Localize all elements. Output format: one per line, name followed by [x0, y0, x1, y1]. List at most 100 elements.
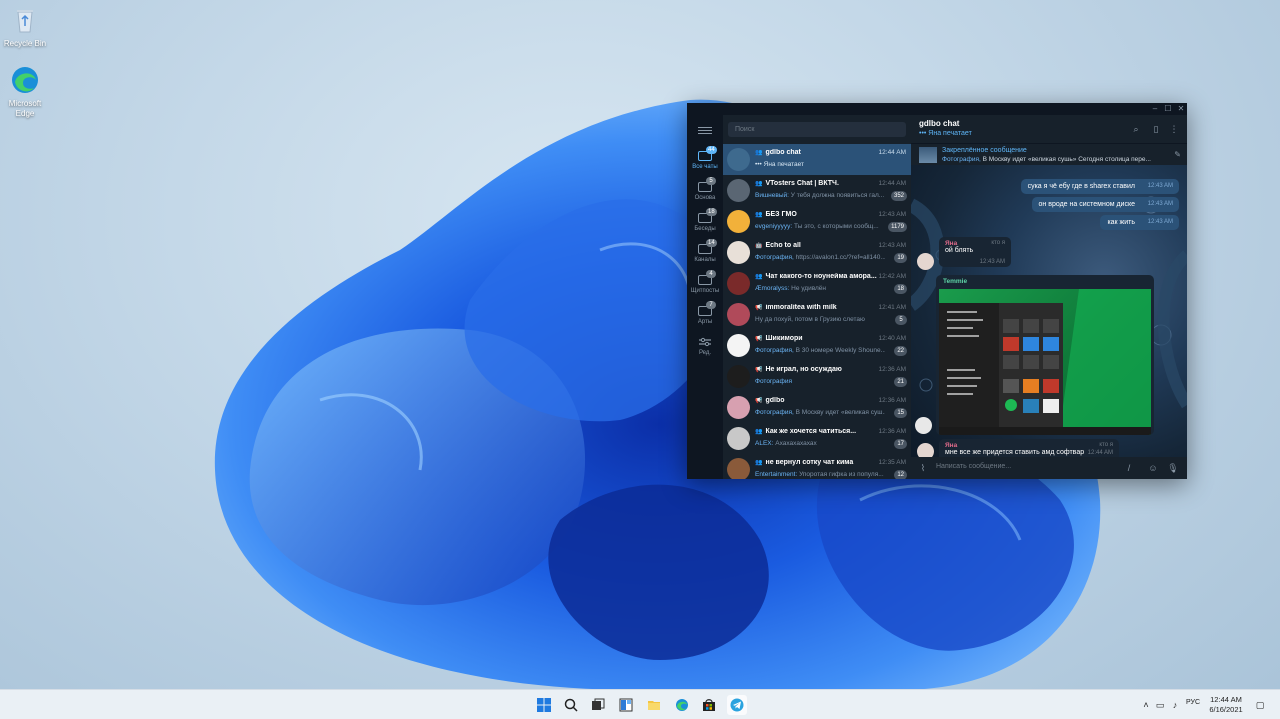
network-icon[interactable]: ▭ — [1154, 699, 1166, 711]
microphone-icon[interactable]: 🎙 — [1167, 462, 1179, 474]
folder-osnova[interactable]: 5 Основа — [687, 176, 723, 206]
chat-list-item[interactable]: 👥 VTosters Chat | ВКТЧ. 12:44 AM Вишневый: … — [723, 175, 911, 206]
start-icon — [537, 698, 551, 712]
chat-list-item[interactable]: 👥 не вернул сотку чат кима 12:35 AM Enterta… — [723, 454, 911, 479]
avatar[interactable] — [915, 417, 932, 434]
chat-name-text: Чат какого-то ноунейма амора... — [765, 273, 877, 280]
chat-status: ••• Яна печатает — [919, 130, 972, 137]
preview-text: Ахахахахахах — [775, 440, 817, 447]
message-outgoing[interactable]: сука я чё ебу где в sharex ставил 12:43 … — [1020, 179, 1179, 194]
avatar[interactable] — [917, 253, 934, 270]
chat-list-item[interactable]: 👥 БЕЗ ГМО 12:43 AM evgeniyyyyy: Ты это, с к… — [723, 206, 911, 237]
folder-sidebar: 44 Все чаты 5 Основа 18 Беседы 14 Каналы… — [687, 115, 723, 479]
chat-list-item[interactable]: 📢 Шикимори 12:40 AM Фотография, В 30 номере… — [723, 330, 911, 361]
widgets-button[interactable] — [616, 695, 636, 715]
message-input[interactable]: Написать сообщение... — [936, 463, 1011, 470]
chat-name: 👥 VTosters Chat | ВКТЧ. — [755, 180, 877, 187]
volume-icon[interactable]: ♪ — [1169, 699, 1181, 711]
chat-time: 12:35 AM — [878, 459, 906, 466]
message-photo[interactable]: Temmie — [936, 275, 1154, 435]
task-view-button[interactable] — [588, 695, 608, 715]
photo-attachment[interactable] — [939, 289, 1151, 435]
bot-icon: 🤖 — [755, 243, 763, 249]
edge-icon — [9, 64, 41, 96]
store-button[interactable] — [699, 695, 719, 715]
message-sender: Яна — [945, 442, 958, 449]
message-incoming[interactable]: Яна кто я ой блять 12:43 AM — [939, 237, 1011, 267]
chat-preview: Фотография, https://avalon1.cc/?ref=all1… — [755, 254, 885, 261]
sidebar-toggle-icon[interactable]: ▯ — [1151, 124, 1161, 134]
close-button[interactable]: ✕ — [1175, 104, 1187, 114]
chat-list-item[interactable]: 📢 Не играл, но осуждаю 12:36 AM Фотография 2… — [723, 361, 911, 392]
folder-all-chats[interactable]: 44 Все чаты — [687, 145, 723, 175]
file-explorer-button[interactable] — [644, 695, 664, 715]
preview-prefix: Entertainment: — [755, 471, 800, 478]
desktop-icon-label: Microsoft Edge — [8, 99, 42, 118]
folder-arty[interactable]: 7 Арты — [687, 300, 723, 330]
chat-list-item[interactable]: 📢 gdlbo 12:36 AM Фотография, В Москву идет … — [723, 392, 911, 423]
folder-edit[interactable]: Ред. — [687, 331, 723, 361]
folder-shitposty[interactable]: 4 Щитпосты — [687, 269, 723, 299]
chat-preview: Ну да похуй, потом в Грузию слетаю — [755, 316, 885, 323]
more-icon[interactable]: ⋮ — [1169, 124, 1179, 134]
title-bar[interactable]: – ☐ ✕ — [687, 103, 1187, 115]
chat-preview: evgeniyyyyy: Ты это, с которыми сообщ... — [755, 223, 885, 230]
minimize-button[interactable]: – — [1149, 104, 1161, 114]
folder-label: Каналы — [694, 257, 716, 263]
group-icon: 👥 — [755, 150, 763, 156]
chat-name: 📢 immoralitea with milk — [755, 304, 877, 311]
preview-prefix: Вишневый: — [755, 192, 791, 199]
desktop-icon-recycle-bin[interactable]: Recycle Bin — [0, 4, 50, 49]
language-indicator[interactable]: РУС — [1186, 699, 1200, 706]
emoji-icon[interactable]: ☺ — [1147, 462, 1159, 474]
chat-list-item[interactable]: 🤖 Echo to all 12:43 AM Фотография, https://… — [723, 237, 911, 268]
folder-label: Основа — [694, 195, 716, 201]
message-outgoing[interactable]: он вроде на системном диске 12:43 AM — [1031, 197, 1179, 212]
composer: ⌇ Написать сообщение... / ☺ 🎙 — [911, 457, 1187, 479]
edge-taskbar-button[interactable] — [672, 695, 692, 715]
channel-icon: 📢 — [755, 305, 763, 311]
avatar[interactable] — [917, 443, 934, 457]
pin-list-icon[interactable]: ✎ — [1174, 150, 1181, 159]
chat-time: 12:41 AM — [878, 304, 906, 311]
chat-time: 12:44 AM — [878, 180, 906, 187]
start-button[interactable] — [534, 695, 554, 715]
preview-text: Ну да похуй, потом в Грузию слетаю — [755, 316, 865, 323]
taskbar-search-button[interactable] — [561, 695, 581, 715]
telegram-taskbar-button[interactable] — [727, 695, 747, 715]
desktop-icon-edge[interactable]: Microsoft Edge — [0, 64, 50, 119]
chat-name: 👥 Как же хочется чатиться... — [755, 428, 877, 435]
maximize-button[interactable]: ☐ — [1162, 104, 1174, 114]
notifications-icon[interactable]: ▢ — [1254, 699, 1266, 711]
pinned-thumbnail — [919, 147, 937, 163]
avatar — [727, 303, 750, 326]
chevron-up-icon[interactable]: ˄ — [1140, 699, 1152, 711]
chat-name-text: immoralitea with milk — [765, 304, 837, 311]
attach-icon[interactable]: ⌇ — [917, 462, 929, 474]
pinned-message[interactable]: Закреплённое сообщение Фотография, В Мос… — [911, 143, 1187, 165]
chat-list-item[interactable]: 📢 immoralitea with milk 12:41 AM Ну да поху… — [723, 299, 911, 330]
search-icon[interactable]: ⌕ — [1131, 124, 1141, 134]
clock[interactable]: 12:44 AM 6/16/2021 — [1206, 695, 1246, 715]
message-incoming[interactable]: Яна кто я мне все же придется ставить ам… — [939, 439, 1119, 457]
channel-icon: 📢 — [755, 398, 763, 404]
chat-header[interactable]: gdlbo chat ••• Яна печатает ⌕ ▯ ⋮ — [911, 115, 1187, 143]
avatar — [727, 210, 750, 233]
folder-kanaly[interactable]: 14 Каналы — [687, 238, 723, 268]
message-text: сука я чё ебу где в sharex ставил — [1027, 183, 1135, 190]
chat-list-item[interactable]: 👥 Как же хочется чатиться... 12:36 AM ALEX:… — [723, 423, 911, 454]
bot-commands-icon[interactable]: / — [1123, 462, 1135, 474]
message-outgoing[interactable]: как жить 12:43 AM — [1100, 215, 1179, 230]
search-input[interactable]: Поиск — [728, 122, 906, 137]
folder-besedy[interactable]: 18 Беседы — [687, 207, 723, 237]
message-text: как жить — [1107, 219, 1135, 226]
chat-name: 📢 Шикимори — [755, 335, 877, 342]
chat-preview: Фотография — [755, 378, 885, 385]
chat-list-item[interactable]: 👥 gdlbo chat 12:44 AM ••• Яна печатает — [723, 144, 911, 175]
avatar — [727, 334, 750, 357]
unread-badge: 15 — [894, 408, 907, 418]
hamburger-menu-icon[interactable] — [697, 125, 713, 137]
chat-list-item[interactable]: 👥 Чат какого-то ноунейма амора... 12:42 AM… — [723, 268, 911, 299]
chat-name-text: Не играл, но осуждаю — [765, 366, 842, 373]
chat-name-text: не вернул сотку чат кима — [765, 459, 854, 466]
